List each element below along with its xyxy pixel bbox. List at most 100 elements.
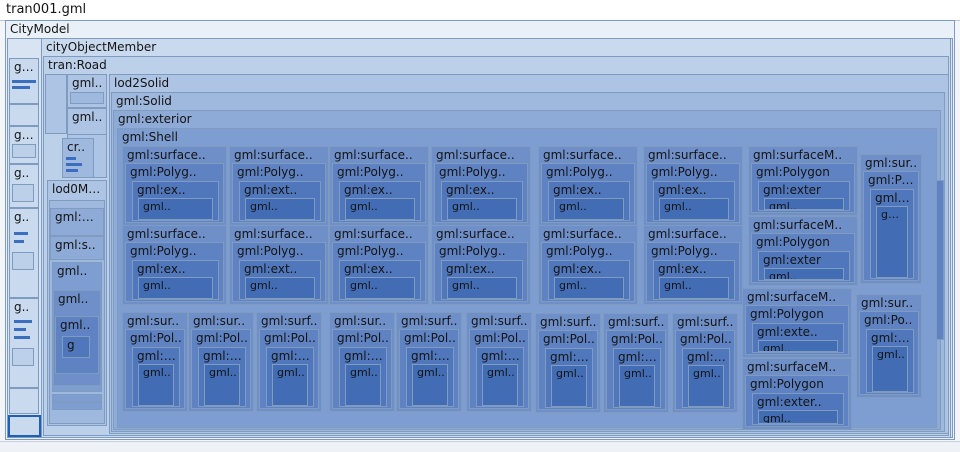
surface-member-r3-0-label: gml:sur.. bbox=[127, 314, 180, 328]
surface-member-r1-1-label: gml:surface.. bbox=[234, 148, 313, 162]
exterior-r2-1-label: gml:ext.. bbox=[244, 262, 298, 276]
ring-r2-0-label: gml.. bbox=[143, 279, 171, 292]
ring-r3-4-label: gml.. bbox=[417, 366, 445, 379]
road-node-label: tran:Road bbox=[48, 58, 107, 72]
surface-member-right-b-label: gml:surfaceM.. bbox=[753, 218, 843, 232]
ring-r2-2-label: gml.. bbox=[350, 279, 378, 292]
exterior-r3-4-label: gml:e.. bbox=[411, 349, 451, 363]
ring-r3-8-label: gml.. bbox=[693, 367, 721, 380]
left-member-5-inner[interactable] bbox=[12, 348, 34, 366]
ring-r1-5[interactable]: gml.. bbox=[659, 198, 729, 220]
ring-r3-7[interactable]: gml.. bbox=[619, 365, 655, 407]
road-cr-node-label: cr.. bbox=[67, 140, 86, 154]
exterior-right-c-label: gml:exte.. bbox=[757, 325, 818, 339]
left-spacer-2[interactable] bbox=[9, 388, 39, 414]
ring-far-b[interactable]: gml.. bbox=[872, 346, 908, 392]
ring-r1-3[interactable]: gml.. bbox=[447, 198, 517, 220]
ring-r3-3[interactable]: gml.. bbox=[345, 364, 381, 406]
exterior-r3-2-label: gml:e.. bbox=[271, 349, 311, 363]
exterior-r1-3-label: gml:ex.. bbox=[446, 183, 495, 197]
ring-r1-0-label: gml.. bbox=[143, 200, 171, 213]
ring-right-d[interactable]: gml.. bbox=[758, 410, 838, 424]
surface-member-r2-1-label: gml:surface.. bbox=[234, 227, 313, 241]
left-member-1-label: gm.. bbox=[14, 60, 36, 74]
road-col-a[interactable] bbox=[45, 74, 67, 134]
surface-member-r3-2-label: gml:surf.. bbox=[261, 314, 318, 328]
ring-r3-0[interactable]: gml.. bbox=[138, 364, 174, 406]
left-member-1-bar2 bbox=[12, 86, 30, 89]
surface-member-r2-0-label: gml:surface.. bbox=[127, 227, 206, 241]
ring-r2-2[interactable]: gml.. bbox=[345, 277, 415, 299]
lod0-child-d[interactable]: g bbox=[62, 336, 90, 358]
ring-r1-2[interactable]: gml.. bbox=[345, 198, 415, 220]
exterior-r1-4-label: gml:ex.. bbox=[553, 183, 602, 197]
left-member-2-inner[interactable] bbox=[12, 144, 36, 158]
left-member-3-inner[interactable] bbox=[12, 184, 34, 202]
ring-r1-4[interactable]: gml.. bbox=[554, 198, 624, 220]
ring-r3-8[interactable]: gml.. bbox=[688, 365, 724, 407]
polygon-r2-1-label: gml:Polyg.. bbox=[237, 244, 304, 258]
polygon-r3-7-label: gml:Pol.. bbox=[611, 332, 663, 346]
surface-member-r3-5-label: gml:surf.. bbox=[471, 314, 528, 328]
scroll-strip[interactable] bbox=[936, 180, 944, 340]
ring-r3-4[interactable]: gml.. bbox=[412, 364, 448, 406]
solid-node-label: gml:Solid bbox=[116, 94, 172, 108]
ring-r1-0[interactable]: gml.. bbox=[138, 198, 213, 220]
polygon-r2-0-label: gml:Polyg.. bbox=[130, 244, 197, 258]
status-strip bbox=[0, 441, 960, 452]
ring-r3-1[interactable]: gml.. bbox=[204, 364, 240, 406]
polygon-r3-3-label: gml:Pol.. bbox=[337, 331, 389, 345]
ring-r3-5[interactable]: gml.. bbox=[482, 364, 518, 406]
ring-far-a-label: gml.. bbox=[881, 208, 905, 221]
ring-r2-4[interactable]: gml.. bbox=[554, 277, 624, 299]
lod0-strip-1[interactable] bbox=[52, 394, 102, 402]
ring-right-b[interactable]: gml.. bbox=[764, 268, 844, 280]
lod0-strip-2[interactable] bbox=[52, 402, 102, 410]
surface-member-far-b-label: gml:sur.. bbox=[861, 296, 914, 310]
ring-r1-3-label: gml.. bbox=[452, 200, 480, 213]
city-object-member-node-label: cityObjectMember bbox=[46, 40, 157, 54]
road-gml-2[interactable]: gml.. bbox=[67, 108, 107, 136]
road-gml-2-label: gml.. bbox=[72, 110, 103, 124]
selected-node[interactable] bbox=[8, 415, 41, 437]
left-member-5[interactable]: g.. bbox=[9, 298, 39, 388]
ring-r3-7-label: gml.. bbox=[624, 367, 652, 380]
ring-r2-3[interactable]: gml.. bbox=[447, 277, 517, 299]
ring-right-c[interactable]: gml.. bbox=[758, 340, 838, 352]
left-member-4-label: g.. bbox=[14, 210, 30, 224]
left-member-4-bar2 bbox=[14, 240, 24, 243]
lod0-surface-node[interactable]: gml:s.. bbox=[50, 236, 104, 260]
exterior-r2-4-label: gml:ex.. bbox=[553, 262, 602, 276]
exterior-r3-6-label: gml:e.. bbox=[550, 350, 590, 364]
polygon-right-b-label: gml:Polygon bbox=[756, 235, 830, 249]
file-title: tran001.gml bbox=[6, 3, 87, 17]
exterior-r3-7-label: gml:ex.. bbox=[618, 350, 658, 364]
left-member-4-inner[interactable] bbox=[12, 252, 34, 270]
polygon-r3-8-label: gml:Pol.. bbox=[680, 332, 732, 346]
road-gml-1-inner[interactable] bbox=[70, 92, 104, 104]
ring-far-b-label: gml.. bbox=[877, 348, 905, 361]
ring-r2-5[interactable]: gml.. bbox=[659, 277, 729, 299]
ring-r3-6[interactable]: gml.. bbox=[551, 365, 587, 407]
exterior-r1-1-label: gml:ext.. bbox=[244, 183, 298, 197]
left-member-2-label: gm.. bbox=[14, 128, 36, 142]
polygon-right-a-label: gml:Polygon bbox=[756, 165, 830, 179]
ring-right-a-label: gml.. bbox=[769, 200, 797, 210]
polygon-r1-3-label: gml:Polyg.. bbox=[439, 165, 506, 179]
left-spacer-1[interactable] bbox=[9, 104, 39, 126]
ring-r2-1-label: gml.. bbox=[250, 279, 278, 292]
treemap-view: tran001.gml CityModel gm.. gm.. g.. g.. g.. ci… bbox=[0, 0, 960, 452]
exterior-right-a-label: gml:exter bbox=[763, 183, 821, 197]
ring-r3-6-label: gml.. bbox=[556, 367, 584, 380]
ring-r2-0[interactable]: gml.. bbox=[138, 277, 213, 299]
exterior-r2-5-label: gml:ex.. bbox=[658, 262, 707, 276]
multi-surface-node[interactable]: gml:Mu.. bbox=[50, 208, 104, 236]
polygon-r2-4-label: gml:Polyg.. bbox=[546, 244, 613, 258]
surface-member-right-d-label: gml:surfaceM.. bbox=[747, 360, 837, 374]
ring-r1-2-label: gml.. bbox=[350, 200, 378, 213]
ring-far-a[interactable]: gml.. bbox=[876, 206, 908, 278]
ring-r1-1[interactable]: gml.. bbox=[245, 198, 315, 220]
ring-right-a[interactable]: gml.. bbox=[764, 198, 844, 210]
ring-r2-1[interactable]: gml.. bbox=[245, 277, 315, 299]
ring-r3-2[interactable]: gml.. bbox=[272, 364, 308, 406]
